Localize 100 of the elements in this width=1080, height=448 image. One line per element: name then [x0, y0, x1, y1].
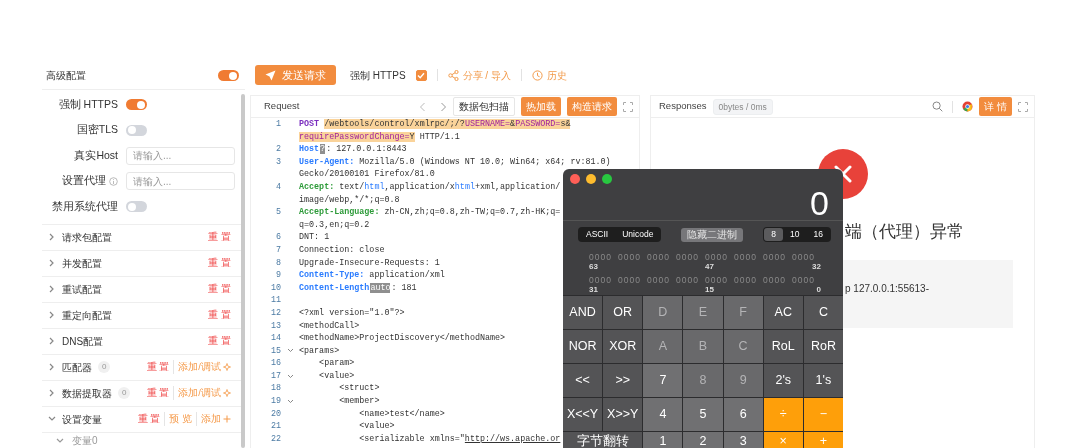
reset-link[interactable]: 重 置 [204, 229, 231, 245]
section-label[interactable]: 并发配置 [62, 255, 102, 271]
add-link[interactable]: 添加 [196, 411, 231, 427]
encoding-option[interactable]: Unicode [615, 228, 661, 241]
calculator-key[interactable]: X>>Y [603, 398, 643, 431]
expand-icon[interactable] [623, 101, 633, 112]
bit-group[interactable]: 0000 [589, 275, 618, 285]
calculator-key[interactable]: X<<Y [563, 398, 603, 431]
calculator-key[interactable]: C [803, 296, 843, 329]
minimize-button[interactable] [586, 174, 596, 184]
bit-group[interactable]: 0000 [676, 252, 705, 262]
toggle-switch[interactable] [126, 124, 147, 136]
section-label[interactable]: 设置变量 [62, 411, 102, 427]
detail-button[interactable]: 详 情 [979, 97, 1012, 116]
calculator-key[interactable]: C [723, 330, 763, 363]
calculator-key[interactable]: E [683, 296, 723, 329]
reset-link[interactable]: 重 置 [142, 359, 174, 375]
chevron-icon[interactable] [48, 311, 56, 319]
checkbox-label[interactable]: 强制 HTTPS [350, 67, 406, 83]
toggle-switch[interactable] [126, 201, 147, 213]
calculator-key[interactable]: A [643, 330, 683, 363]
chevron-icon[interactable] [48, 363, 56, 371]
fold-icon[interactable] [286, 397, 294, 405]
section-label[interactable]: 重定向配置 [62, 307, 112, 323]
calculator-key[interactable]: RoR [803, 330, 843, 363]
scan-button[interactable]: 数据包扫描 [453, 97, 515, 116]
encoding-option[interactable]: ASCII [579, 228, 616, 241]
reset-link[interactable]: 重 置 [204, 255, 231, 271]
calculator-key[interactable]: << [563, 364, 603, 397]
share-link[interactable]: 分享 / 导入 [447, 67, 511, 83]
add-debug-link[interactable]: 添加/调试 [173, 385, 231, 401]
calculator-key[interactable]: 1's [803, 364, 843, 397]
hide-binary-button[interactable]: 隐藏二进制 [681, 227, 744, 242]
bit-group[interactable]: 0000 [647, 252, 676, 262]
base-option[interactable]: 8 [764, 228, 784, 241]
reset-link[interactable]: 重 置 [204, 307, 231, 323]
close-button[interactable] [570, 174, 580, 184]
bit-group[interactable]: 0000 [763, 252, 792, 262]
fold-icon[interactable] [286, 347, 294, 355]
section-label[interactable]: 请求包配置 [62, 229, 112, 245]
chevron-icon[interactable] [48, 259, 56, 267]
history-link[interactable]: 历史 [531, 67, 567, 83]
send-button[interactable]: 发送请求 [255, 65, 336, 85]
bit-group[interactable]: 0000 [792, 252, 821, 262]
calculator-key[interactable]: × [763, 432, 803, 448]
bit-group[interactable]: 0000 [618, 275, 647, 285]
fold-icon[interactable] [286, 372, 294, 380]
chevron-icon[interactable] [48, 233, 56, 241]
calculator-key[interactable]: AND [563, 296, 603, 329]
bit-group[interactable]: 0000 [647, 275, 676, 285]
calculator-key[interactable]: + [803, 432, 843, 448]
calculator-key[interactable]: 4 [643, 398, 683, 431]
scrollbar[interactable] [241, 94, 245, 448]
checkbox[interactable] [415, 69, 427, 81]
bit-group[interactable]: 0000 [705, 252, 734, 262]
calculator-key[interactable]: XOR [603, 330, 643, 363]
bit-group[interactable]: 0000 [763, 275, 792, 285]
bit-group[interactable]: 0000 [676, 275, 705, 285]
variable-label[interactable]: 变量0 [72, 433, 98, 448]
calculator-key[interactable]: 8 [683, 364, 723, 397]
browser-icon[interactable] [962, 101, 974, 112]
bit-group[interactable]: 0000 [618, 252, 647, 262]
chevron-icon[interactable] [48, 285, 56, 293]
search-icon[interactable] [932, 101, 944, 112]
calculator-key[interactable]: D [643, 296, 683, 329]
section-label[interactable]: 重试配置 [62, 281, 102, 297]
bit-group[interactable]: 0000 [792, 275, 821, 285]
bit-group[interactable]: 0000 [589, 252, 618, 262]
action-button[interactable]: 热加载 [521, 97, 561, 116]
chevron-icon[interactable] [48, 337, 56, 345]
calculator-key[interactable]: 6 [723, 398, 763, 431]
calculator-key[interactable]: 5 [683, 398, 723, 431]
chevron-icon[interactable] [48, 389, 56, 397]
section-label[interactable]: 匹配器 [62, 359, 92, 375]
text-field[interactable]: 请输入... [126, 172, 235, 191]
calculator-key[interactable]: 1 [643, 432, 683, 448]
reset-link[interactable]: 重 置 [142, 385, 174, 401]
section-label[interactable]: DNS配置 [62, 333, 104, 349]
calculator-key[interactable]: 3 [723, 432, 763, 448]
add-debug-link[interactable]: 添加/调试 [173, 359, 231, 375]
info-icon[interactable] [109, 176, 118, 186]
calculator-key[interactable]: RoL [763, 330, 803, 363]
calculator-key[interactable]: 2 [683, 432, 723, 448]
action-button[interactable]: 构造请求 [567, 97, 617, 116]
reset-link[interactable]: 重 置 [204, 333, 231, 349]
bit-group[interactable]: 0000 [705, 275, 734, 285]
chevron-icon[interactable] [56, 436, 64, 445]
reset-link[interactable]: 重 置 [133, 411, 165, 427]
toggle-switch[interactable] [126, 99, 147, 111]
zoom-button[interactable] [602, 174, 612, 184]
calculator-key[interactable]: F [723, 296, 763, 329]
calculator-key[interactable]: ÷ [763, 398, 803, 431]
preview-link[interactable]: 预 览 [164, 411, 196, 427]
bit-group[interactable]: 0000 [734, 252, 763, 262]
calculator-key[interactable]: OR [603, 296, 643, 329]
calculator-key[interactable]: 字节翻转 [563, 432, 643, 448]
calculator-key[interactable]: >> [603, 364, 643, 397]
text-field[interactable]: 请输入... [126, 146, 235, 165]
calculator-key[interactable]: B [683, 330, 723, 363]
bit-group[interactable]: 0000 [734, 275, 763, 285]
